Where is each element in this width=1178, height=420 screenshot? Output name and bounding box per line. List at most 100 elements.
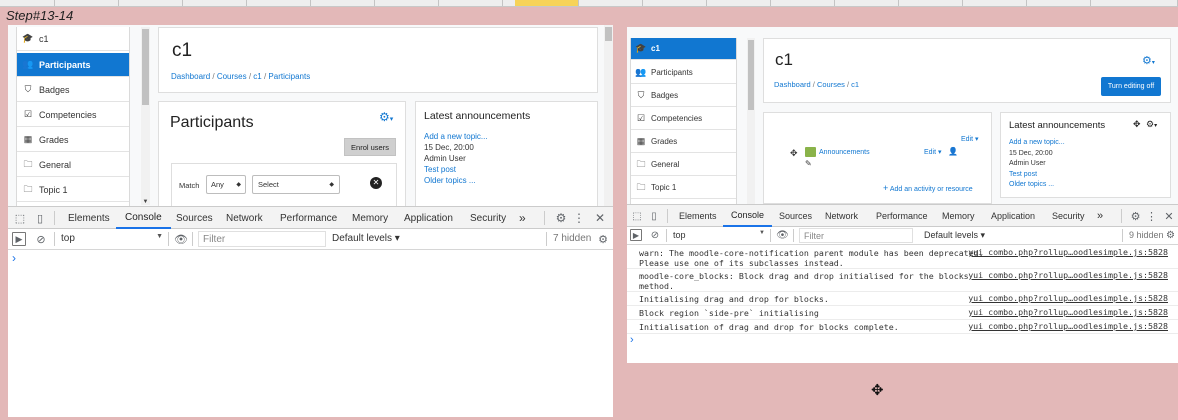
breadcrumb-courses[interactable]: Courses <box>817 80 845 89</box>
post-link[interactable]: Test post <box>1009 171 1037 178</box>
eye-icon[interactable]: 👁 <box>174 232 188 246</box>
filter-select[interactable]: Select ◆ <box>252 175 340 194</box>
sidebar-item-participants[interactable]: 👥 Participants <box>631 62 736 84</box>
log-levels-dropdown[interactable]: Default levels ▾ <box>332 233 400 244</box>
clear-console-icon[interactable]: ⊘ <box>649 229 661 242</box>
close-icon[interactable]: ✕ <box>593 210 607 226</box>
log-source-link[interactable]: yui_combo.php?rollup…oodlesimple.js:5828 <box>968 321 1168 331</box>
log-source-link[interactable]: yui_combo.php?rollup…oodlesimple.js:5828 <box>968 307 1168 317</box>
show-sidebar-icon[interactable]: ▶ <box>630 229 642 241</box>
sidebar-item-topic-1[interactable]: 🗀 Topic 1 <box>17 178 129 202</box>
tab-performance[interactable]: Performance <box>876 205 928 227</box>
user-icon[interactable]: 👤 <box>948 147 958 156</box>
older-topics-link[interactable]: Older topics ... <box>424 176 476 185</box>
post-link[interactable]: Test post <box>424 165 456 174</box>
tab-network[interactable]: Network <box>825 205 858 227</box>
device-toolbar-icon[interactable]: ▯ <box>647 208 661 224</box>
show-sidebar-icon[interactable]: ▶ <box>12 232 26 246</box>
context-selector[interactable]: top ▼ <box>673 230 765 242</box>
settings-gear-icon[interactable]: ⚙ <box>554 210 568 226</box>
announcements-link[interactable]: Announcements <box>819 149 870 156</box>
console-filter-input[interactable]: Filter <box>799 228 913 243</box>
add-topic-link[interactable]: Add a new topic... <box>1009 139 1065 146</box>
console-prompt[interactable]: › <box>630 334 634 346</box>
log-levels-dropdown[interactable]: Default levels ▾ <box>924 230 985 241</box>
tab-performance[interactable]: Performance <box>280 207 337 229</box>
console-prompt[interactable]: › <box>12 251 16 265</box>
sidebar-item-general[interactable]: 🗀 General <box>17 153 129 177</box>
kebab-menu-icon[interactable]: ⋮ <box>1146 208 1157 224</box>
breadcrumb-courses[interactable]: Courses <box>217 72 247 81</box>
breadcrumb-participants[interactable]: Participants <box>268 72 310 81</box>
remove-filter-icon[interactable]: ✕ <box>370 177 382 189</box>
tab-network[interactable]: Network <box>226 207 263 229</box>
log-source-link[interactable]: yui_combo.php?rollup…oodlesimple.js:5828 <box>968 247 1168 257</box>
page-scrollbar[interactable] <box>604 25 613 206</box>
close-icon[interactable]: ✕ <box>1163 208 1175 224</box>
move-icon[interactable]: ✥ <box>790 148 798 159</box>
console-settings-gear-icon[interactable]: ⚙ <box>597 232 609 246</box>
tab-application[interactable]: Application <box>404 207 453 229</box>
activity-edit-menu[interactable]: Edit ▾ <box>924 148 942 156</box>
more-tabs-icon[interactable]: » <box>1097 205 1103 227</box>
gear-icon[interactable]: ⚙▾ <box>1142 54 1155 67</box>
sidebar-item-general[interactable]: 🗀 General <box>631 154 736 176</box>
older-topics-link[interactable]: Older topics ... <box>1009 181 1054 188</box>
scrollbar-thumb[interactable] <box>142 29 149 105</box>
tab-console[interactable]: Console <box>116 207 171 229</box>
scrollbar-thumb[interactable] <box>748 40 754 110</box>
sidebar-item-badges[interactable]: ⛉ Badges <box>17 78 129 102</box>
move-icon[interactable]: ✥ <box>1133 119 1141 130</box>
gear-icon[interactable]: ⚙▾ <box>1146 119 1157 130</box>
tab-console[interactable]: Console <box>723 205 773 227</box>
tab-application[interactable]: Application <box>991 205 1035 227</box>
add-topic-link[interactable]: Add a new topic... <box>424 132 488 141</box>
more-tabs-icon[interactable]: » <box>519 207 526 229</box>
match-select[interactable]: Any ◆ <box>206 175 246 194</box>
kebab-menu-icon[interactable]: ⋮ <box>573 210 585 226</box>
sidebar-item-course[interactable]: 🎓 c1 <box>631 38 736 60</box>
sidebar-item-grades[interactable]: ▦ Grades <box>631 131 736 153</box>
sidebar-scrollbar[interactable] <box>747 38 755 204</box>
breadcrumb-course[interactable]: c1 <box>253 72 261 81</box>
enrol-users-button[interactable]: Enrol users <box>344 138 396 156</box>
scroll-down-icon[interactable]: ▼ <box>141 199 150 205</box>
console-settings-gear-icon[interactable]: ⚙ <box>1165 229 1176 242</box>
toolbar-divider <box>667 209 668 223</box>
tab-sources[interactable]: Sources <box>779 205 812 227</box>
inspect-element-icon[interactable]: ⬚ <box>630 208 644 224</box>
sidebar-item-badges[interactable]: ⛉ Badges <box>631 85 736 107</box>
inspect-element-icon[interactable]: ⬚ <box>12 210 28 226</box>
tab-memory[interactable]: Memory <box>942 205 975 227</box>
add-activity-link[interactable]: + Add an activity or resource <box>883 183 973 193</box>
breadcrumb-course[interactable]: c1 <box>851 80 859 89</box>
context-selector[interactable]: top ▼ <box>61 233 163 246</box>
sidebar-item-participants[interactable]: 👥 Participants <box>17 53 129 77</box>
clear-console-icon[interactable]: ⊘ <box>34 232 48 246</box>
tab-memory[interactable]: Memory <box>352 207 388 229</box>
console-filter-input[interactable]: Filter <box>198 231 326 247</box>
settings-gear-icon[interactable]: ⚙ <box>1129 208 1142 224</box>
eye-icon[interactable]: 👁 <box>776 229 789 242</box>
tab-security[interactable]: Security <box>470 207 506 229</box>
scrollbar-thumb[interactable] <box>605 27 612 41</box>
pencil-icon[interactable]: ✎ <box>805 159 812 168</box>
gear-icon[interactable]: ⚙▾ <box>379 110 393 124</box>
sidebar-scrollbar[interactable]: ▼ <box>141 27 150 205</box>
tab-sources[interactable]: Sources <box>176 207 213 229</box>
sidebar-item-competencies[interactable]: ☑ Competencies <box>631 108 736 130</box>
sidebar-item-competencies[interactable]: ☑ Competencies <box>17 103 129 127</box>
device-toolbar-icon[interactable]: ▯ <box>32 210 48 226</box>
tab-elements[interactable]: Elements <box>679 205 717 227</box>
breadcrumb-dashboard[interactable]: Dashboard <box>774 80 811 89</box>
turn-editing-off-button[interactable]: Turn editing off <box>1101 77 1161 96</box>
sidebar-item-grades[interactable]: ▦ Grades <box>17 128 129 152</box>
section-edit-menu[interactable]: Edit ▾ <box>961 135 979 143</box>
log-source-link[interactable]: yui_combo.php?rollup…oodlesimple.js:5828 <box>968 270 1168 280</box>
sidebar-item-topic-1[interactable]: 🗀 Topic 1 <box>631 177 736 199</box>
tab-security[interactable]: Security <box>1052 205 1085 227</box>
breadcrumb-dashboard[interactable]: Dashboard <box>171 72 210 81</box>
sidebar-item-course[interactable]: 🎓 c1 <box>17 27 129 51</box>
tab-elements[interactable]: Elements <box>68 207 110 229</box>
log-source-link[interactable]: yui_combo.php?rollup…oodlesimple.js:5828 <box>968 293 1168 303</box>
